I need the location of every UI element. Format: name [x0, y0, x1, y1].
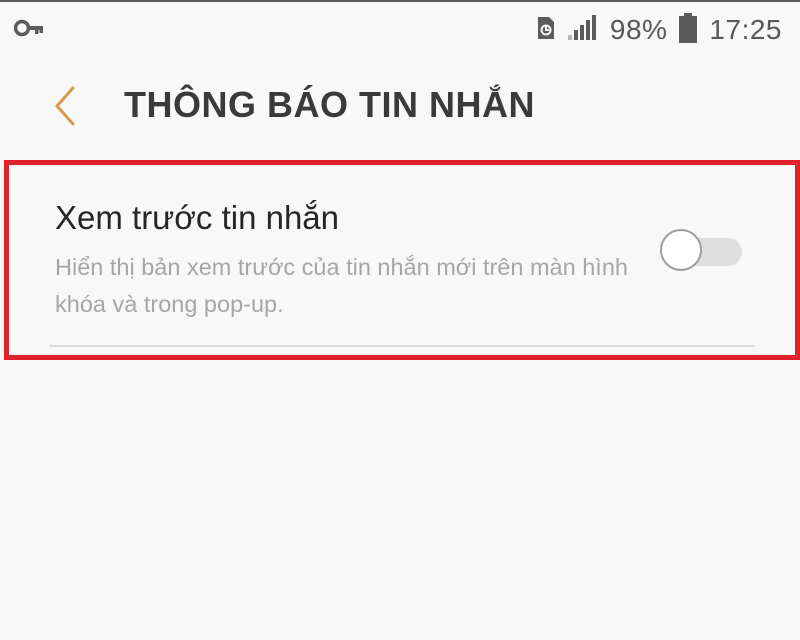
sim-card-icon	[536, 15, 556, 46]
status-bar: 98% 17:25	[0, 2, 800, 54]
preview-toggle[interactable]	[660, 229, 742, 275]
toggle-knob	[660, 229, 702, 271]
battery-percent: 98%	[609, 14, 668, 45]
status-right-group: 98% 17:25	[536, 10, 782, 50]
highlight-box: Xem trước tin nhắn Hiển thị bản xem trướ…	[4, 160, 800, 360]
status-time: 17:25	[709, 14, 782, 45]
app-header: THÔNG BÁO TIN NHẮN	[0, 70, 800, 146]
back-button[interactable]	[40, 78, 90, 138]
battery-icon	[679, 12, 698, 48]
setting-title: Xem trước tin nhắn	[55, 199, 340, 236]
key-icon	[13, 16, 44, 40]
page-title: THÔNG BÁO TIN NHẮN	[124, 84, 535, 125]
setting-row-message-preview[interactable]: Xem trước tin nhắn Hiển thị bản xem trướ…	[9, 165, 795, 355]
signal-icon	[567, 14, 598, 46]
divider	[49, 345, 755, 347]
setting-description: Hiển thị bản xem trước của tin nhắn mới …	[55, 254, 628, 317]
chevron-left-icon	[53, 86, 77, 131]
